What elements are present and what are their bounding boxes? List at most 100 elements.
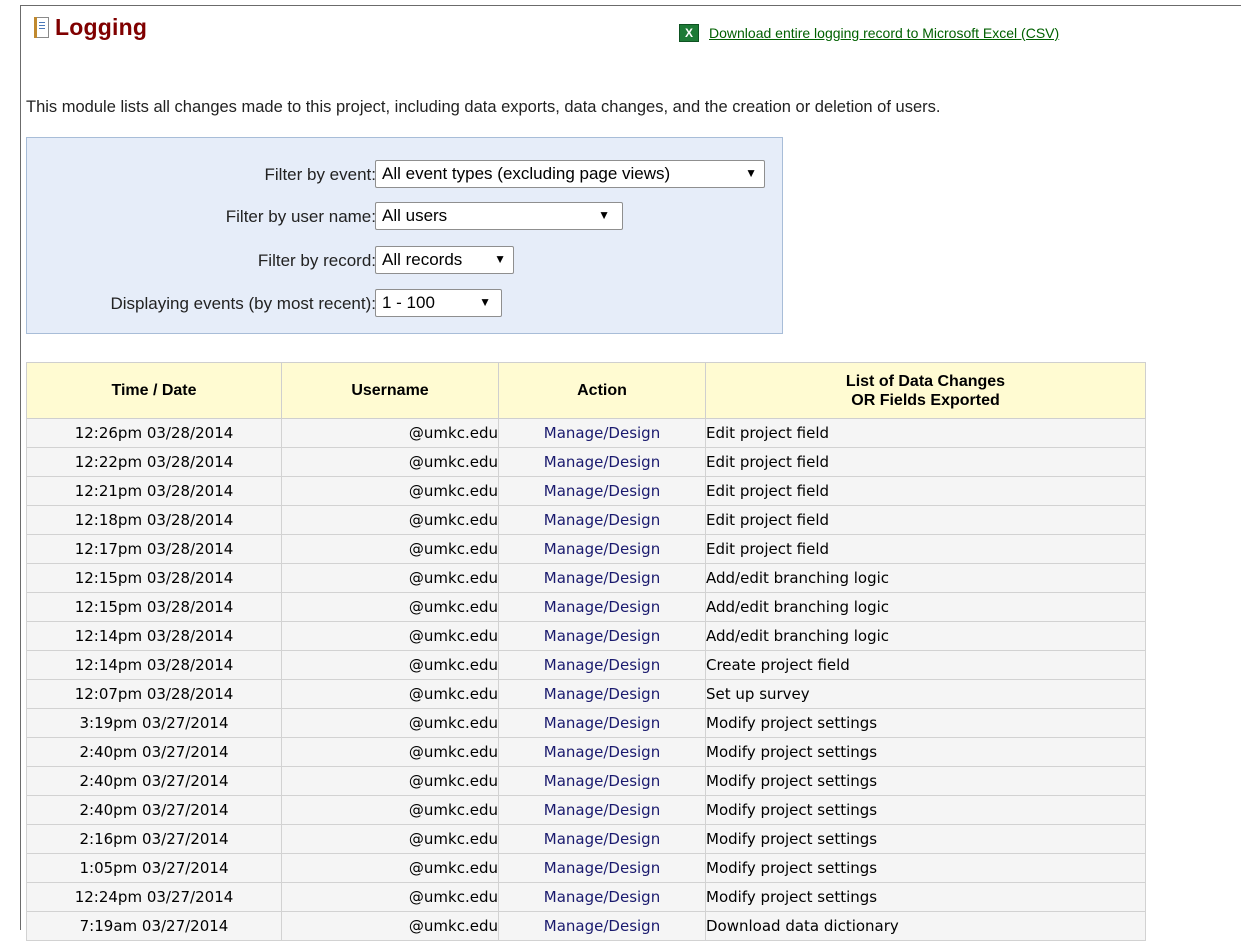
table-row: 12:15pm 03/28/2014 @umkc.edu Manage/Design…	[26, 592, 1146, 622]
filter-range-row: Displaying events (by most recent): 1 - …	[27, 289, 784, 319]
frame-border-top	[20, 5, 1241, 6]
filter-event-row: Filter by event: All event types (exclud…	[27, 160, 784, 190]
cell-username: @umkc.edu	[281, 418, 499, 448]
cell-time: 12:17pm 03/28/2014	[26, 534, 282, 564]
cell-data-changes: Modify project settings	[705, 853, 1146, 883]
cell-action: Manage/Design	[498, 737, 706, 767]
cell-time: 3:19pm 03/27/2014	[26, 708, 282, 738]
filter-range-select[interactable]: 1 - 100 ▼	[375, 289, 502, 317]
log-book-icon	[34, 17, 49, 38]
column-header-data-changes: List of Data Changes OR Fields Exported	[705, 362, 1146, 419]
table-row: 12:17pm 03/28/2014 @umkc.edu Manage/Design…	[26, 534, 1146, 564]
filter-panel: Filter by event: All event types (exclud…	[26, 137, 783, 334]
cell-data-changes: Modify project settings	[705, 708, 1146, 738]
filter-record-select[interactable]: All records ▼	[375, 246, 514, 274]
cell-action: Manage/Design	[498, 563, 706, 593]
cell-username: @umkc.edu	[281, 882, 499, 912]
page-title: Logging	[55, 14, 148, 40]
cell-action: Manage/Design	[498, 911, 706, 941]
cell-data-changes: Add/edit branching logic	[705, 592, 1146, 622]
cell-action: Manage/Design	[498, 505, 706, 535]
dropdown-arrow-icon: ▼	[479, 295, 491, 309]
page-header: Logging	[34, 14, 147, 41]
cell-time: 12:14pm 03/28/2014	[26, 621, 282, 651]
column-header-username: Username	[281, 362, 499, 419]
cell-username: @umkc.edu	[281, 563, 499, 593]
cell-action: Manage/Design	[498, 534, 706, 564]
cell-username: @umkc.edu	[281, 679, 499, 709]
cell-time: 12:26pm 03/28/2014	[26, 418, 282, 448]
table-row: 12:07pm 03/28/2014 @umkc.edu Manage/Design…	[26, 679, 1146, 709]
filter-event-label: Filter by event:	[264, 165, 377, 184]
cell-time: 2:40pm 03/27/2014	[26, 737, 282, 767]
column-header-action: Action	[498, 362, 706, 419]
filter-user-label: Filter by user name:	[225, 207, 376, 226]
cell-action: Manage/Design	[498, 708, 706, 738]
cell-username: @umkc.edu	[281, 447, 499, 477]
table-row: 7:19am 03/27/2014 @umkc.edu Manage/Design D…	[26, 911, 1146, 941]
cell-action: Manage/Design	[498, 766, 706, 796]
cell-time: 12:22pm 03/28/2014	[26, 447, 282, 477]
cell-username: @umkc.edu	[281, 505, 499, 535]
column-header-data-changes-line2: OR Fields Exported	[851, 391, 1000, 409]
logging-table: Time / Date Username Action List of Data…	[26, 362, 1146, 941]
cell-time: 12:18pm 03/28/2014	[26, 505, 282, 535]
cell-data-changes: Download data dictionary	[705, 911, 1146, 941]
cell-time: 2:40pm 03/27/2014	[26, 766, 282, 796]
cell-username: @umkc.edu	[281, 650, 499, 680]
cell-data-changes: Modify project settings	[705, 824, 1146, 854]
cell-username: @umkc.edu	[281, 476, 499, 506]
table-header-row: Time / Date Username Action List of Data…	[26, 362, 1146, 419]
cell-time: 12:14pm 03/28/2014	[26, 650, 282, 680]
cell-time: 12:15pm 03/28/2014	[26, 592, 282, 622]
filter-event-value: All event types (excluding page views)	[382, 164, 671, 183]
cell-data-changes: Create project field	[705, 650, 1146, 680]
cell-username: @umkc.edu	[281, 795, 499, 825]
frame-border-left	[20, 5, 21, 930]
table-row: 2:40pm 03/27/2014 @umkc.edu Manage/Design M…	[26, 766, 1146, 796]
cell-data-changes: Modify project settings	[705, 795, 1146, 825]
download-csv-link-text[interactable]: Download entire logging record to Micros…	[709, 25, 1059, 41]
filter-user-value: All users	[382, 206, 448, 225]
cell-time: 12:15pm 03/28/2014	[26, 563, 282, 593]
cell-action: Manage/Design	[498, 795, 706, 825]
cell-data-changes: Edit project field	[705, 447, 1146, 477]
cell-action: Manage/Design	[498, 679, 706, 709]
table-row: 12:22pm 03/28/2014 @umkc.edu Manage/Design…	[26, 447, 1146, 477]
cell-data-changes: Modify project settings	[705, 882, 1146, 912]
table-row: 1:05pm 03/27/2014 @umkc.edu Manage/Design M…	[26, 853, 1146, 883]
download-csv-link[interactable]: X Download entire logging record to Micr…	[679, 24, 1059, 42]
table-row: 2:40pm 03/27/2014 @umkc.edu Manage/Design M…	[26, 737, 1146, 767]
cell-action: Manage/Design	[498, 650, 706, 680]
excel-icon: X	[679, 24, 699, 42]
cell-username: @umkc.edu	[281, 911, 499, 941]
filter-user-select[interactable]: All users ▼	[375, 202, 623, 230]
table-row: 2:16pm 03/27/2014 @umkc.edu Manage/Design M…	[26, 824, 1146, 854]
cell-time: 12:21pm 03/28/2014	[26, 476, 282, 506]
cell-action: Manage/Design	[498, 418, 706, 448]
table-row: 12:15pm 03/28/2014 @umkc.edu Manage/Design…	[26, 563, 1146, 593]
cell-username: @umkc.edu	[281, 592, 499, 622]
cell-data-changes: Edit project field	[705, 505, 1146, 535]
cell-action: Manage/Design	[498, 447, 706, 477]
filter-record-label: Filter by record:	[257, 251, 376, 270]
column-header-data-changes-line1: List of Data Changes	[845, 372, 1006, 390]
cell-data-changes: Edit project field	[705, 418, 1146, 448]
filter-range-label: Displaying events (by most recent):	[110, 294, 377, 313]
table-row: 12:14pm 03/28/2014 @umkc.edu Manage/Design…	[26, 621, 1146, 651]
filter-record-value: All records	[382, 250, 463, 269]
cell-data-changes: Modify project settings	[705, 766, 1146, 796]
cell-time: 7:19am 03/27/2014	[26, 911, 282, 941]
cell-time: 2:16pm 03/27/2014	[26, 824, 282, 854]
cell-data-changes: Modify project settings	[705, 737, 1146, 767]
dropdown-arrow-icon: ▼	[598, 208, 610, 222]
column-header-time: Time / Date	[26, 362, 282, 419]
filter-record-row: Filter by record: All records ▼	[27, 246, 784, 276]
filter-range-value: 1 - 100	[382, 293, 435, 312]
cell-time: 12:07pm 03/28/2014	[26, 679, 282, 709]
cell-data-changes: Set up survey	[705, 679, 1146, 709]
filter-event-select[interactable]: All event types (excluding page views) ▼	[375, 160, 765, 188]
table-row: 12:26pm 03/28/2014 @umkc.edu Manage/Design…	[26, 418, 1146, 448]
cell-action: Manage/Design	[498, 621, 706, 651]
dropdown-arrow-icon: ▼	[494, 252, 506, 266]
